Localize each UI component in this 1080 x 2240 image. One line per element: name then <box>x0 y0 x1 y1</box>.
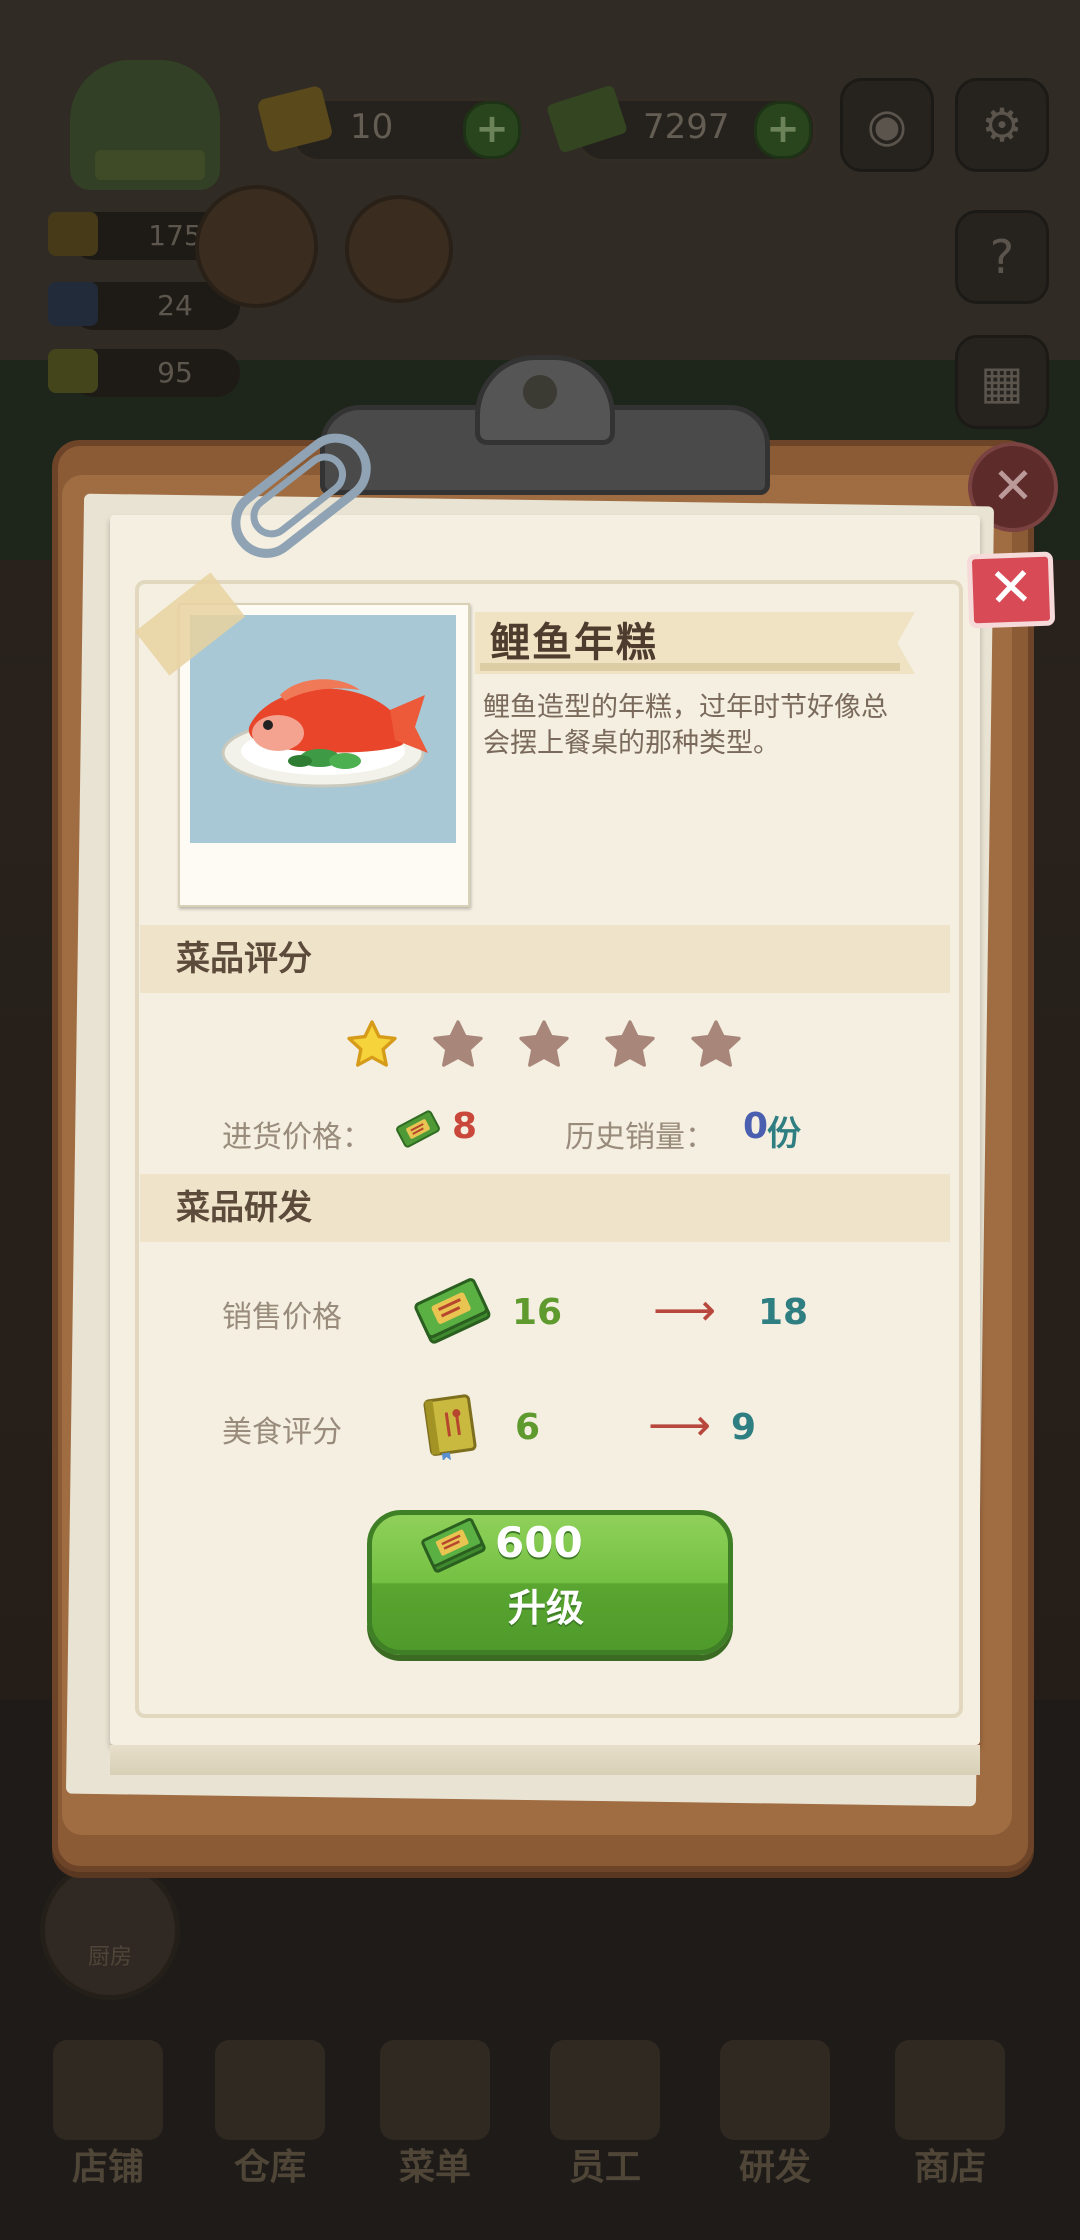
food-rating-current: 6 <box>515 1407 541 1448</box>
close-button[interactable]: ✕ <box>966 551 1056 629</box>
dish-name: 鲤鱼年糕 <box>490 620 658 666</box>
dish-description: 鲤鱼造型的年糕，过年时节好像总会摆上餐桌的那种类型。 <box>483 692 888 759</box>
arrow-right-icon: ⟶ <box>653 1285 717 1336</box>
sale-price-next: 18 <box>758 1292 809 1333</box>
food-rating-label: 美食评分 <box>222 1415 342 1450</box>
star-filled-icon <box>347 1020 397 1067</box>
upgrade-cost: 600 <box>495 1518 583 1567</box>
upgrade-label: 升级 <box>508 1586 585 1630</box>
dish-photo <box>190 615 456 843</box>
arrow-right-icon: ⟶ <box>648 1400 712 1451</box>
star-empty-icon <box>519 1020 569 1067</box>
carp-cake-dish-icon <box>221 679 428 788</box>
sale-price-label: 销售价格 <box>222 1300 342 1335</box>
cash-stack-icon <box>414 1278 491 1344</box>
clipboard-clip-hole <box>523 375 557 409</box>
sales-history-value: 0 <box>743 1106 769 1147</box>
food-rating-next: 9 <box>731 1407 757 1448</box>
cash-icon <box>396 1110 440 1148</box>
cookbook-icon <box>423 1394 477 1460</box>
cash-stack-icon <box>421 1517 486 1573</box>
rating-section-title: 菜品评分 <box>176 939 312 979</box>
star-empty-icon <box>691 1020 741 1067</box>
sales-history-label: 历史销量： <box>565 1120 715 1155</box>
star-empty-icon <box>605 1020 655 1067</box>
purchase-price-label: 进货价格： <box>222 1120 372 1155</box>
star-empty-icon <box>433 1020 483 1067</box>
sale-price-current: 16 <box>512 1292 563 1333</box>
purchase-price-value: 8 <box>452 1106 478 1147</box>
research-section-title: 菜品研发 <box>176 1188 312 1228</box>
star-rating <box>343 1016 763 1080</box>
sales-history-unit: 份 <box>767 1114 801 1154</box>
paper-edge <box>110 1745 980 1775</box>
